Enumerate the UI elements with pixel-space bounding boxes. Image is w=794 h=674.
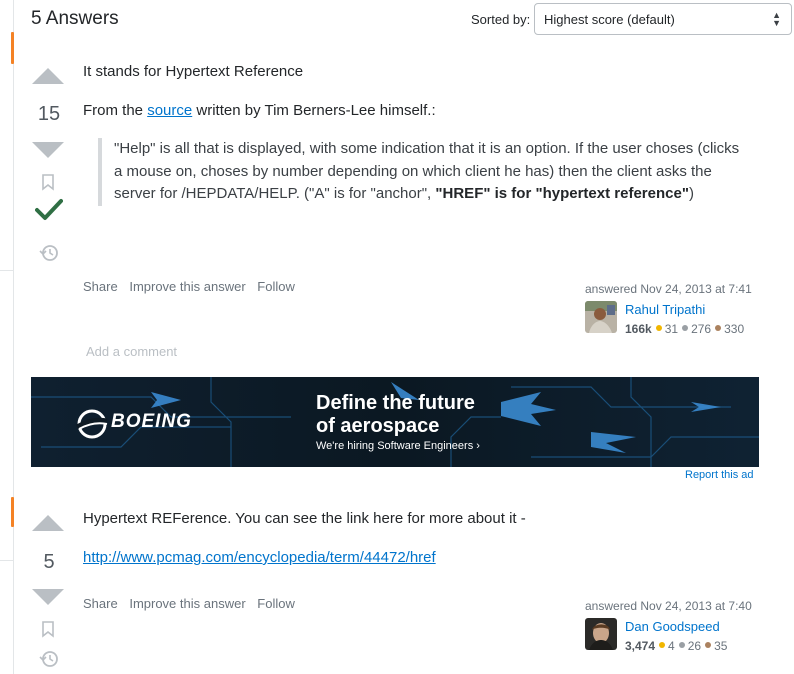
downvote-button[interactable]: [32, 589, 64, 605]
bronze-badge-count: 35: [714, 639, 728, 653]
post-menu: Share Improve this answer Follow: [83, 279, 303, 294]
gold-badge-icon: [659, 642, 666, 649]
advertisement-banner[interactable]: BOEING Define the future of aerospace We…: [31, 377, 759, 467]
share-link[interactable]: Share: [83, 279, 118, 294]
vote-controls: [32, 515, 72, 531]
left-sidebar-edge: [0, 0, 14, 674]
answered-time: answered Nov 24, 2013 at 7:40: [585, 599, 752, 613]
vote-controls: [32, 589, 72, 605]
sort-select[interactable]: Highest score (default) ▲ ▼: [534, 3, 792, 35]
report-ad-link[interactable]: Report this ad: [685, 469, 753, 481]
ad-headline-line2: of aerospace: [316, 415, 440, 437]
pcmag-link[interactable]: http://www.pcmag.com/encyclopedia/term/4…: [83, 549, 436, 566]
post-menu: Share Improve this answer Follow: [83, 596, 303, 611]
upvote-button[interactable]: [32, 515, 64, 531]
sidebar-active-marker: [11, 32, 14, 64]
gold-badge-count: 4: [668, 639, 675, 653]
answer-text-line: From the source written by Tim Berners-L…: [83, 101, 436, 121]
quote-end: ): [688, 185, 694, 202]
bookmark-icon[interactable]: [41, 621, 55, 638]
text-fragment: written by Tim Berners-Lee himself.:: [192, 102, 436, 119]
sidebar-divider: [0, 560, 14, 561]
chevron-right-icon: ›: [476, 440, 480, 452]
vote-score: 15: [37, 103, 61, 125]
follow-link[interactable]: Follow: [257, 279, 295, 294]
vote-score: 5: [43, 551, 55, 573]
sorted-by-label: Sorted by:: [471, 12, 531, 27]
silver-badge-icon: [678, 642, 685, 649]
quote-bold-text: "HREF" is for "hypertext reference": [435, 185, 689, 202]
ad-headline: Define the future of aerospace: [316, 392, 475, 438]
text-fragment: From the: [83, 102, 148, 119]
vote-controls: [32, 142, 72, 158]
reputation-score: 166k: [625, 322, 652, 336]
answer-text-line: It stands for Hypertext Reference: [83, 63, 304, 80]
sidebar-divider: [0, 270, 14, 271]
user-avatar[interactable]: [585, 301, 617, 333]
share-link[interactable]: Share: [83, 596, 118, 611]
user-reputation-row: 3,474 4 26 35: [625, 637, 727, 655]
user-reputation-row: 166k 31 276 330: [625, 320, 744, 338]
user-card-details: Dan Goodspeed: [625, 619, 720, 634]
gold-badge-icon: [655, 325, 662, 332]
sidebar-active-marker: [11, 497, 14, 527]
user-avatar[interactable]: [585, 618, 617, 650]
user-card-details: Rahul Tripathi: [625, 302, 705, 317]
silver-badge-count: 276: [691, 322, 712, 336]
ad-subtext: We're hiring Software Engineers ›: [316, 440, 480, 452]
accepted-check-icon: [35, 199, 63, 220]
ad-brand: BOEING: [111, 411, 192, 432]
downvote-button[interactable]: [32, 142, 64, 158]
answers-count-heading: 5 Answers: [31, 8, 119, 29]
bookmark-icon[interactable]: [41, 174, 55, 191]
add-comment-link[interactable]: Add a comment: [86, 344, 177, 359]
bronze-badge-icon: [715, 325, 722, 332]
upvote-button[interactable]: [32, 68, 64, 84]
user-name-link[interactable]: Rahul Tripathi: [625, 302, 705, 317]
follow-link[interactable]: Follow: [257, 596, 295, 611]
user-card: answered Nov 24, 2013 at 7:41: [585, 282, 752, 296]
sort-selected-value: Highest score (default): [544, 12, 675, 27]
history-icon[interactable]: [39, 244, 59, 262]
improve-answer-link[interactable]: Improve this answer: [129, 279, 245, 294]
silver-badge-icon: [682, 325, 689, 332]
select-arrows-icon: ▲ ▼: [772, 10, 781, 28]
silver-badge-count: 26: [687, 639, 702, 653]
improve-answer-link[interactable]: Improve this answer: [129, 596, 245, 611]
user-card: answered Nov 24, 2013 at 7:40: [585, 599, 752, 613]
history-icon[interactable]: [39, 650, 59, 668]
reputation-score: 3,474: [625, 639, 656, 653]
vote-controls: [32, 68, 72, 84]
source-link[interactable]: source: [147, 102, 192, 119]
answer-text-line: Hypertext REFerence. You can see the lin…: [83, 510, 526, 527]
quoted-text: "Help" is all that is displayed, with so…: [98, 138, 748, 206]
answer-text-line: http://www.pcmag.com/encyclopedia/term/4…: [83, 548, 436, 568]
ad-sub-label: We're hiring Software Engineers: [316, 440, 474, 452]
gold-badge-count: 31: [664, 322, 679, 336]
ad-headline-line1: Define the future: [316, 392, 475, 414]
bronze-badge-count: 330: [724, 322, 745, 336]
answered-time: answered Nov 24, 2013 at 7:41: [585, 282, 752, 296]
bronze-badge-icon: [705, 642, 712, 649]
boeing-logo-icon: [75, 409, 108, 439]
user-name-link[interactable]: Dan Goodspeed: [625, 619, 720, 634]
